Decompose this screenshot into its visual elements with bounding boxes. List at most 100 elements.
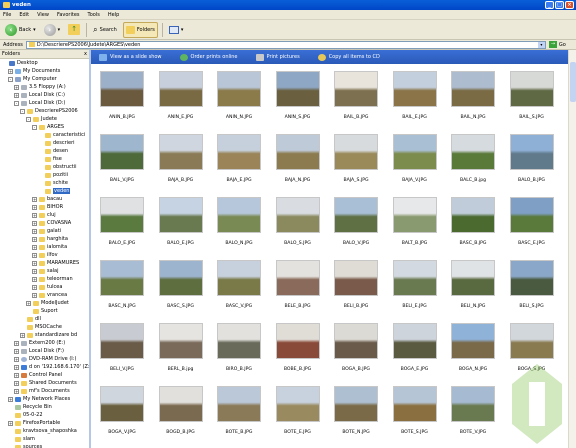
expand-icon[interactable]: +: [14, 340, 19, 346]
expand-icon[interactable]: +: [32, 204, 37, 210]
tree-item[interactable]: kravtsova_shaposhka: [0, 427, 89, 435]
tree-item[interactable]: + Shared Documents: [0, 379, 89, 387]
tree-item[interactable]: + Local Disk (C:): [0, 91, 89, 99]
expand-icon[interactable]: +: [14, 92, 19, 98]
tree-item[interactable]: + MARAMURES: [0, 259, 89, 267]
thumbnail-item[interactable]: BALO_V.JPG: [328, 194, 384, 257]
slideshow-task[interactable]: View as a slide show: [99, 53, 162, 61]
thumbnail-item[interactable]: BOTE_B.JPG: [211, 383, 267, 446]
thumbnail-item[interactable]: ANIN_S.JPG: [270, 68, 326, 131]
expand-icon[interactable]: +: [32, 244, 37, 250]
thumbnail-item[interactable]: BOTE_N.JPG: [328, 383, 384, 446]
tree-item[interactable]: - My Computer: [0, 75, 89, 83]
thumbnail-item[interactable]: BALO_S.JPG: [270, 194, 326, 257]
tree-item[interactable]: + My Network Places: [0, 395, 89, 403]
tree-item[interactable]: + Extern200 (E:): [0, 339, 89, 347]
expand-icon[interactable]: +: [14, 348, 19, 354]
collapse-icon[interactable]: -: [26, 116, 31, 122]
expand-icon[interactable]: +: [20, 332, 25, 338]
tree-item[interactable]: caracteristici: [0, 131, 89, 139]
tree-item[interactable]: pozitii: [0, 171, 89, 179]
thumbnail-item[interactable]: BASC_S.JPG: [153, 257, 209, 320]
expand-icon[interactable]: +: [32, 284, 37, 290]
chevron-down-icon[interactable]: ▾: [537, 41, 545, 48]
tree-item[interactable]: Recycle Bin: [0, 403, 89, 411]
search-button[interactable]: ⌕ Search: [91, 22, 119, 38]
menu-file[interactable]: File: [3, 12, 11, 18]
expand-icon[interactable]: +: [8, 396, 13, 402]
thumbnail-item[interactable]: BALT_B.JPG: [387, 194, 443, 257]
tree-item[interactable]: + FirefoxPortable: [0, 419, 89, 427]
tree-item[interactable]: + Control Panel: [0, 371, 89, 379]
tree-item[interactable]: + teleorman: [0, 275, 89, 283]
thumbnail-item[interactable]: BERL_B.jpg: [153, 320, 209, 383]
order-prints-task[interactable]: Order prints online: [179, 53, 238, 61]
close-button[interactable]: ×: [565, 1, 574, 9]
tree-item[interactable]: - DescrierePS2006: [0, 107, 89, 115]
tree-item[interactable]: MSOCache: [0, 323, 89, 331]
tree-item[interactable]: 05-0-22: [0, 411, 89, 419]
menu-tools[interactable]: Tools: [88, 12, 100, 18]
close-icon[interactable]: x: [84, 50, 87, 59]
tree-item[interactable]: +3.5 Floppy (A:): [0, 83, 89, 91]
minimize-button[interactable]: _: [545, 1, 554, 9]
expand-icon[interactable]: +: [32, 236, 37, 242]
thumbnail-item[interactable]: BAIL_S.JPG: [504, 68, 560, 131]
tree-item[interactable]: + harghita: [0, 235, 89, 243]
thumbnail-item[interactable]: BIRO_B.JPG: [211, 320, 267, 383]
maximize-button[interactable]: □: [555, 1, 564, 9]
expand-icon[interactable]: +: [14, 372, 19, 378]
menu-view[interactable]: View: [37, 12, 49, 18]
thumbnail-item[interactable]: BALC_B.jpg: [445, 131, 501, 194]
thumbnail-item[interactable]: ANIN_E.JPG: [153, 68, 209, 131]
thumbnail-item[interactable]: BOTE_S.JPG: [387, 383, 443, 446]
thumbnail-item[interactable]: BASC_B.JPG: [445, 194, 501, 257]
thumbnail-item[interactable]: BASC_V.JPG: [211, 257, 267, 320]
thumbnail-item[interactable]: BALO_N.JPG: [211, 194, 267, 257]
collapse-icon[interactable]: -: [8, 76, 13, 82]
collapse-icon[interactable]: -: [14, 100, 19, 106]
thumbnail-item[interactable]: BALO_B.JPG: [504, 131, 560, 194]
tree-item[interactable]: + ModelJudet: [0, 299, 89, 307]
address-input[interactable]: D:\DescrierePS2006\Judete\ARGES\veden ▾: [25, 40, 546, 49]
menu-help[interactable]: Help: [108, 12, 119, 18]
menu-favorites[interactable]: Favorites: [57, 12, 80, 18]
thumbnail-item[interactable]: BASC_N.JPG: [94, 257, 150, 320]
tree-item[interactable]: + cluj: [0, 211, 89, 219]
thumbnail-item[interactable]: BAJA_N.JPG: [270, 131, 326, 194]
tree-item[interactable]: desen: [0, 147, 89, 155]
tree-item[interactable]: descrieri: [0, 139, 89, 147]
expand-icon[interactable]: +: [8, 420, 13, 426]
thumbnail-item[interactable]: BALO_E.JPG: [94, 194, 150, 257]
thumbnail-item[interactable]: BAJA_E.JPG: [211, 131, 267, 194]
collapse-icon[interactable]: -: [20, 108, 25, 114]
vertical-scrollbar[interactable]: [568, 50, 576, 448]
expand-icon[interactable]: +: [14, 364, 19, 370]
expand-icon[interactable]: +: [14, 380, 19, 386]
thumbnail-item[interactable]: BELI_B.JPG: [328, 257, 384, 320]
copy-to-cd-task[interactable]: Copy all items to CD: [317, 53, 380, 61]
expand-icon[interactable]: +: [32, 228, 37, 234]
thumbnail-item[interactable]: BAJA_V.JPG: [387, 131, 443, 194]
menu-edit[interactable]: Edit: [19, 12, 29, 18]
tree-item[interactable]: Desktop: [0, 59, 89, 67]
tree-item[interactable]: + vrancea: [0, 291, 89, 299]
thumbnail-item[interactable]: BELI_V.JPG: [94, 320, 150, 383]
collapse-icon[interactable]: -: [32, 124, 37, 130]
tree-item[interactable]: + BIHOR: [0, 203, 89, 211]
expand-icon[interactable]: +: [32, 212, 37, 218]
title-bar[interactable]: veden _ □ ×: [0, 0, 576, 10]
tree-item[interactable]: + mf's Documents: [0, 387, 89, 395]
expand-icon[interactable]: +: [14, 84, 19, 90]
expand-icon[interactable]: +: [32, 276, 37, 282]
thumbnail-item[interactable]: BAIL_B.JPG: [328, 68, 384, 131]
forward-button[interactable]: › ▾: [42, 22, 63, 38]
expand-icon[interactable]: +: [32, 268, 37, 274]
tree-item[interactable]: + salaj: [0, 267, 89, 275]
tree-item[interactable]: - Judete: [0, 115, 89, 123]
thumbnail-item[interactable]: BOGA_V.JPG: [94, 383, 150, 446]
expand-icon[interactable]: +: [32, 292, 37, 298]
tree-item[interactable]: + standardizare bd: [0, 331, 89, 339]
thumbnail-item[interactable]: BELI_E.JPG: [387, 257, 443, 320]
tree-item[interactable]: + ialomita: [0, 243, 89, 251]
